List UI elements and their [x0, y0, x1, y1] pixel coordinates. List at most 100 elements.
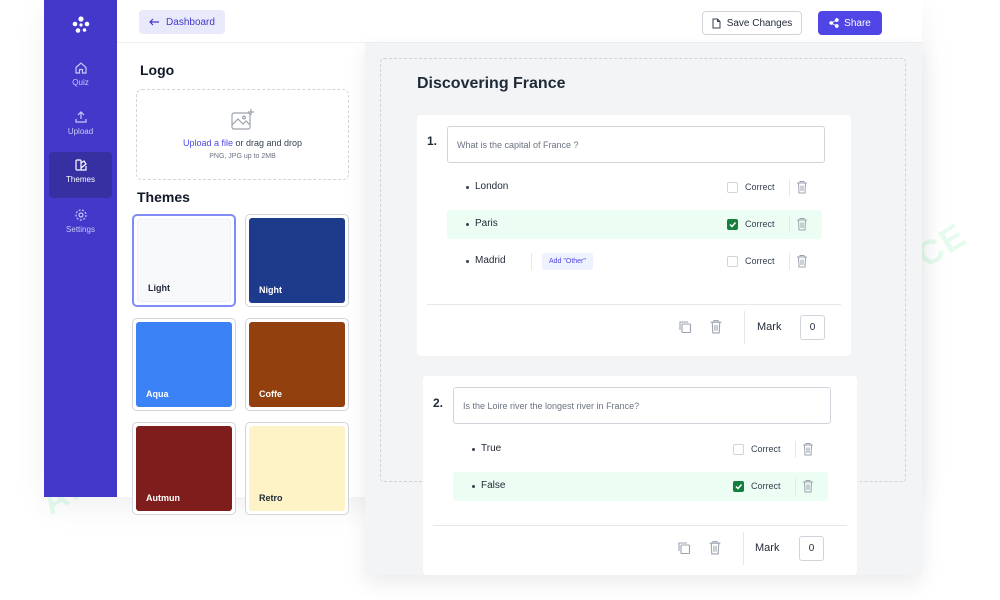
- divider: [743, 532, 744, 565]
- trash-icon[interactable]: [802, 479, 814, 493]
- mark-input[interactable]: 0: [800, 315, 825, 340]
- trash-icon[interactable]: [802, 442, 814, 456]
- dashboard-back-button[interactable]: Dashboard: [139, 10, 225, 34]
- sidebar-item-label: Quiz: [72, 78, 89, 87]
- trash-icon[interactable]: [796, 217, 808, 231]
- divider: [789, 216, 790, 233]
- question-text-input[interactable]: Is the Loire river the longest river in …: [453, 387, 831, 424]
- answer-option[interactable]: Paris Correct: [447, 210, 822, 239]
- answer-option[interactable]: Madrid Add "Other" Correct: [447, 247, 822, 276]
- card-divider: [433, 525, 847, 526]
- answer-option[interactable]: False Correct: [453, 472, 828, 501]
- theme-swatch: Aqua: [136, 322, 232, 407]
- logo-upload-dropzone[interactable]: Upload a file or drag and drop PNG, JPG …: [136, 89, 349, 180]
- theme-card-light[interactable]: Light: [132, 214, 236, 307]
- theme-card-aqua[interactable]: Aqua: [132, 318, 236, 411]
- theme-card-retro[interactable]: Retro: [245, 422, 349, 515]
- divider: [795, 478, 796, 495]
- trash-icon[interactable]: [796, 180, 808, 194]
- card-divider: [427, 304, 841, 305]
- divider: [531, 253, 532, 270]
- sidebar-item-label: Themes: [66, 175, 95, 184]
- duplicate-icon[interactable]: [678, 320, 692, 334]
- divider: [795, 441, 796, 458]
- correct-label: Correct: [745, 219, 775, 229]
- correct-label: Correct: [745, 182, 775, 192]
- mark-label: Mark: [755, 542, 780, 554]
- theme-swatch: Coffe: [249, 322, 345, 407]
- app-logo-icon: [72, 16, 90, 33]
- sidebar-item-quiz[interactable]: Quiz: [49, 55, 112, 101]
- trash-icon[interactable]: [708, 540, 722, 555]
- correct-checkbox[interactable]: [733, 444, 744, 455]
- theme-name: Night: [259, 285, 282, 295]
- question-number: 1.: [427, 134, 438, 148]
- divider: [789, 179, 790, 196]
- mark-input[interactable]: 0: [799, 536, 824, 561]
- quiz-editor: Discovering France 1. What is the capita…: [365, 43, 922, 575]
- theme-name: Aqua: [146, 389, 169, 399]
- correct-checkbox[interactable]: [727, 219, 738, 230]
- trash-icon[interactable]: [796, 254, 808, 268]
- home-icon: [74, 62, 87, 74]
- save-changes-button[interactable]: Save Changes: [702, 11, 802, 35]
- themes-heading: Themes: [137, 189, 190, 205]
- correct-checkbox[interactable]: [727, 256, 738, 267]
- sidebar-item-label: Upload: [67, 127, 94, 136]
- gear-icon: [74, 209, 87, 221]
- top-bar: Dashboard Save Changes Share: [117, 0, 922, 43]
- upload-file-link[interactable]: Upload a file: [183, 138, 233, 148]
- sidebar: Quiz Upload Themes Settings: [44, 0, 117, 497]
- trash-icon[interactable]: [709, 319, 723, 334]
- answer-option-text: Paris: [475, 218, 498, 229]
- theme-swatch: Light: [137, 219, 231, 302]
- question-card: 1. What is the capital of France ? Londo…: [417, 115, 851, 356]
- theme-card-coffe[interactable]: Coffe: [245, 318, 349, 411]
- upload-hint: PNG, JPG up to 2MB: [209, 153, 276, 160]
- theme-name: Coffe: [259, 389, 282, 399]
- share-label: Share: [844, 17, 871, 29]
- theme-swatch: Retro: [249, 426, 345, 511]
- checkmark-icon: [729, 222, 737, 228]
- answer-option[interactable]: True Correct: [453, 435, 828, 464]
- theme-name: Light: [148, 283, 170, 293]
- divider: [789, 253, 790, 270]
- correct-checkbox[interactable]: [727, 182, 738, 193]
- sidebar-item-themes[interactable]: Themes: [49, 152, 112, 198]
- document-icon: [712, 18, 721, 28]
- settings-panel: Logo Upload a file or drag and drop PNG,…: [117, 43, 365, 515]
- theme-name: Autmun: [146, 493, 180, 503]
- divider: [744, 311, 745, 344]
- share-button[interactable]: Share: [818, 11, 882, 35]
- palette-icon: [74, 159, 87, 171]
- sidebar-item-settings[interactable]: Settings: [49, 202, 112, 248]
- sidebar-item-upload[interactable]: Upload: [49, 104, 112, 150]
- logo-heading: Logo: [140, 62, 175, 78]
- theme-name: Retro: [259, 493, 283, 503]
- dashboard-label: Dashboard: [166, 16, 215, 28]
- bullet-icon: [466, 223, 469, 226]
- share-icon: [829, 18, 839, 28]
- correct-checkbox[interactable]: [733, 481, 744, 492]
- sidebar-item-label: Settings: [66, 225, 95, 234]
- theme-swatch: Night: [249, 218, 345, 303]
- answer-option[interactable]: London Correct: [447, 173, 822, 202]
- theme-card-autmun[interactable]: Autmun: [132, 422, 236, 515]
- arrow-left-icon: [149, 18, 160, 26]
- image-add-icon: [230, 109, 254, 130]
- add-other-button[interactable]: Add "Other": [542, 253, 593, 270]
- upload-instruction-rest: or drag and drop: [233, 138, 303, 148]
- question-text-input[interactable]: What is the capital of France ?: [447, 126, 825, 163]
- question-card: 2. Is the Loire river the longest river …: [423, 376, 857, 575]
- bullet-icon: [466, 260, 469, 263]
- bullet-icon: [472, 485, 475, 488]
- save-changes-label: Save Changes: [726, 17, 793, 29]
- correct-label: Correct: [751, 481, 781, 491]
- question-number: 2.: [433, 396, 444, 410]
- upload-instruction: Upload a file or drag and drop: [137, 138, 348, 148]
- quiz-title: Discovering France: [417, 75, 566, 92]
- theme-card-night[interactable]: Night: [245, 214, 349, 307]
- upload-icon: [74, 111, 87, 123]
- duplicate-icon[interactable]: [677, 541, 691, 555]
- checkmark-icon: [735, 484, 743, 490]
